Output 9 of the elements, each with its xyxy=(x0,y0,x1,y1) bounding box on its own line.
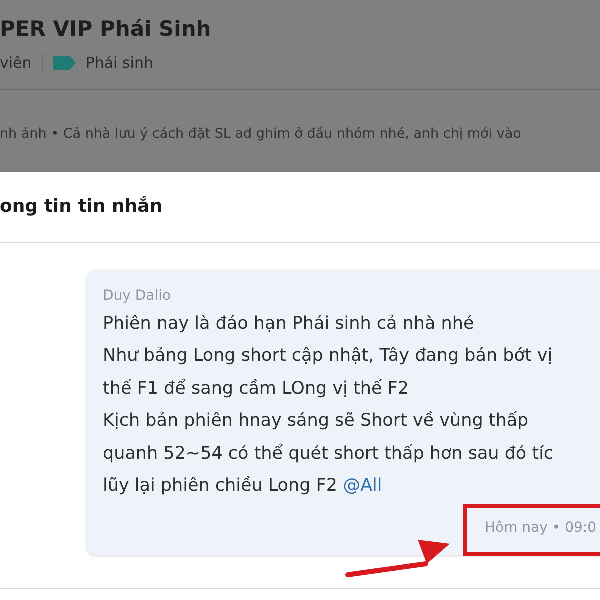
dialog-title: ong tin tin nhắn xyxy=(0,172,600,243)
sender-name: Duy Dalio xyxy=(103,288,172,304)
group-title: PER VIP Phái Sinh xyxy=(0,16,212,41)
tag-label[interactable]: Phái sinh xyxy=(86,54,154,72)
pinned-message[interactable]: nh ảnh • Cả nhà lưu ý cách đặt SL ad ghim ở đầu nhóm nhé, anh chị mới vào xyxy=(0,126,600,142)
member-count: viên xyxy=(0,54,32,72)
message-text: Phiên nay là đáo hạn Phái sinh cả nhà nhé Như bảng Long short cập nhật, Tây đang bán bớt vị thế F1 để sang cầm LOng vị thế F2 Kịch bản phiên hnay sáng sẽ Short về vùng thấp quanh 52~54 có thể quét short thấp hơn sau đó tíc lũy lại phiên chiều Long F2 @All xyxy=(103,313,555,498)
mention-link[interactable]: @All xyxy=(343,476,382,496)
message-time: Hôm nay • 09:0 xyxy=(485,520,597,536)
